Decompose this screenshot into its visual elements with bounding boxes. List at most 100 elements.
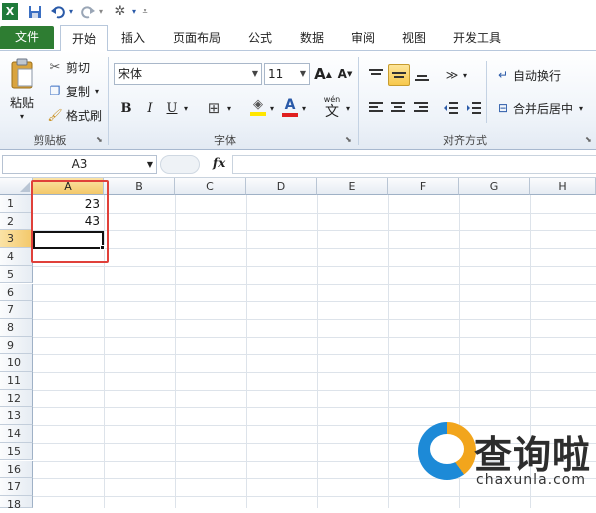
row-header[interactable]: 6 <box>0 283 33 302</box>
name-box-dropdown-icon[interactable]: ▼ <box>143 155 157 174</box>
borders-dropdown-icon[interactable]: ▾ <box>225 98 233 118</box>
tab-view[interactable]: 视图 <box>394 27 434 51</box>
row-header[interactable]: 10 <box>0 354 33 372</box>
row-header[interactable]: 18 <box>0 495 33 511</box>
undo-dropdown-icon[interactable]: ▾ <box>67 3 75 20</box>
formula-bar-handle[interactable] <box>160 155 200 174</box>
clipboard-launcher-icon[interactable]: ⬊ <box>96 135 103 144</box>
merge-dropdown-icon[interactable]: ▾ <box>577 98 585 118</box>
align-bottom-icon[interactable] <box>412 65 432 85</box>
shrink-font-icon[interactable]: A ▼ <box>336 63 354 85</box>
column-header-b[interactable]: B <box>104 178 175 195</box>
row-header[interactable]: 4 <box>0 248 33 266</box>
column-header-f[interactable]: F <box>388 178 459 195</box>
copy-dropdown-icon[interactable]: ▾ <box>93 82 101 100</box>
paste-dropdown-icon[interactable]: ▾ <box>16 111 28 121</box>
undo-icon[interactable] <box>50 3 66 20</box>
merge-center-button[interactable]: 合并后居中 <box>513 98 577 118</box>
alignment-launcher-icon[interactable]: ⬊ <box>585 135 592 144</box>
row-header[interactable]: 13 <box>0 407 33 426</box>
column-header-e[interactable]: E <box>317 178 388 195</box>
grid-line <box>33 389 596 391</box>
ribbon-home: 粘贴 ▾ ✂ 剪切 ❐ 复制 ▾ 🖌 格式刷 剪贴板 ⬊ 宋体 ▼ 11 ▼ A… <box>0 51 596 150</box>
underline-dropdown-icon[interactable]: ▾ <box>182 98 190 118</box>
redo-icon[interactable] <box>80 3 96 20</box>
row-header[interactable]: 16 <box>0 460 33 479</box>
row-header[interactable]: 7 <box>0 301 33 319</box>
wrap-text-icon[interactable]: ↵ <box>495 65 511 85</box>
column-header-c[interactable]: C <box>175 178 246 195</box>
tab-insert[interactable]: 插入 <box>113 27 153 51</box>
row-header[interactable]: 8 <box>0 318 33 337</box>
tab-page-layout[interactable]: 页面布局 <box>166 27 228 51</box>
row-header[interactable]: 5 <box>0 265 33 284</box>
font-color-icon[interactable]: A <box>281 96 299 118</box>
fill-color-icon[interactable]: ◈ <box>249 96 267 118</box>
font-launcher-icon[interactable]: ⬊ <box>345 135 352 144</box>
bold-button[interactable]: B <box>118 98 134 118</box>
copy-icon[interactable]: ❐ <box>47 82 63 100</box>
insert-function-icon[interactable]: fx <box>213 156 231 174</box>
row-header[interactable]: 1 <box>0 195 33 213</box>
font-color-dropdown-icon[interactable]: ▾ <box>300 98 308 118</box>
watermark-text: 查询啦 <box>474 432 592 477</box>
phonetic-icon[interactable]: wén 文 <box>321 95 343 119</box>
column-header-h[interactable]: H <box>530 178 596 195</box>
row-header[interactable]: 12 <box>0 389 33 408</box>
column-header-d[interactable]: D <box>246 178 317 195</box>
row-header[interactable]: 2 <box>0 212 33 231</box>
align-left-icon[interactable] <box>366 98 386 118</box>
column-header-g[interactable]: G <box>459 178 530 195</box>
formula-input[interactable] <box>232 155 596 174</box>
fill-color-dropdown-icon[interactable]: ▾ <box>268 98 276 118</box>
orientation-dropdown-icon[interactable]: ▾ <box>461 65 469 85</box>
align-right-icon[interactable] <box>411 98 431 118</box>
tools-dropdown-icon[interactable]: ▾ <box>131 3 137 20</box>
scissors-icon[interactable]: ✂ <box>47 58 63 76</box>
tab-home[interactable]: 开始 <box>60 25 108 52</box>
format-painter-button[interactable]: 格式刷 <box>66 106 106 124</box>
orientation-icon[interactable]: ≫ <box>443 65 461 85</box>
decrease-indent-icon[interactable] <box>442 98 460 118</box>
font-name-combo[interactable]: 宋体 ▼ <box>114 63 262 85</box>
tools-icon[interactable]: ✲ <box>111 3 129 20</box>
font-name-dropdown-icon[interactable]: ▼ <box>252 64 258 84</box>
wrap-text-button[interactable]: 自动换行 <box>513 65 573 85</box>
phonetic-dropdown-icon[interactable]: ▾ <box>344 98 352 118</box>
row-header[interactable]: 9 <box>0 336 33 355</box>
grid-line <box>33 336 596 338</box>
select-all-corner[interactable] <box>0 178 33 195</box>
tab-review[interactable]: 审阅 <box>343 27 383 51</box>
tab-file[interactable]: 文件 <box>0 26 54 49</box>
align-center-icon[interactable] <box>388 98 408 118</box>
redo-dropdown-icon[interactable]: ▾ <box>97 3 105 20</box>
tab-developer[interactable]: 开发工具 <box>446 27 508 51</box>
save-icon[interactable] <box>27 3 43 20</box>
row-header[interactable]: 11 <box>0 372 33 390</box>
font-size-combo[interactable]: 11 ▼ <box>264 63 310 85</box>
row-header[interactable]: 17 <box>0 478 33 496</box>
paste-button[interactable]: 粘贴 <box>4 93 40 111</box>
align-top-icon[interactable] <box>366 65 386 85</box>
tab-data[interactable]: 数据 <box>292 27 332 51</box>
copy-button[interactable]: 复制 <box>66 82 96 100</box>
merge-center-icon[interactable]: ⊟ <box>495 98 511 118</box>
format-painter-icon[interactable]: 🖌 <box>47 106 63 124</box>
borders-icon[interactable]: ⊞ <box>205 98 223 118</box>
excel-icon[interactable]: X <box>2 3 18 20</box>
grow-font-icon[interactable]: A ▲ <box>314 63 332 85</box>
row-header[interactable]: 15 <box>0 442 33 461</box>
increase-indent-icon[interactable] <box>465 98 483 118</box>
clipboard-group-label: 剪贴板 <box>33 134 67 147</box>
underline-button[interactable]: U <box>164 98 180 118</box>
font-size-dropdown-icon[interactable]: ▼ <box>300 64 306 84</box>
italic-button[interactable]: I <box>142 98 158 118</box>
align-middle-icon[interactable] <box>388 64 410 86</box>
tab-formulas[interactable]: 公式 <box>240 27 280 51</box>
name-box[interactable]: A3 <box>2 155 157 174</box>
clipboard-icon[interactable] <box>8 57 36 91</box>
customize-qat-icon[interactable]: ⩡ <box>141 3 149 20</box>
row-header[interactable]: 14 <box>0 425 33 443</box>
row-header[interactable]: 3 <box>0 230 33 249</box>
cut-button[interactable]: 剪切 <box>66 58 96 76</box>
